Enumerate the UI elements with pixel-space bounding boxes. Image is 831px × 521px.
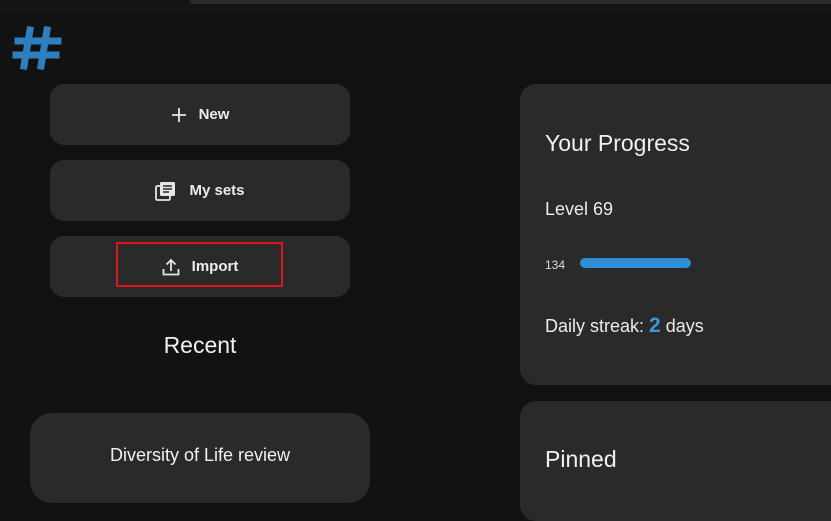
xp-value: 134 (545, 258, 566, 272)
recent-heading: Recent (163, 332, 237, 358)
plus-icon (171, 107, 187, 123)
level-label: Level 69 (545, 199, 614, 219)
streak-suffix: days (660, 316, 704, 336)
xp-progress-bar (580, 258, 691, 268)
xp-progress-fill (580, 258, 691, 268)
streak-days-count: 2 (649, 314, 661, 337)
streak-prefix: Daily streak: (545, 316, 650, 336)
stack-of-cards-icon (155, 181, 177, 201)
import-button-label: Import (191, 258, 239, 275)
browser-top-strip (0, 0, 831, 10)
hashtag-logo[interactable] (12, 24, 64, 72)
new-button-label: New (198, 106, 230, 123)
pinned-card: Pinned (520, 401, 831, 521)
recent-set-card[interactable]: Diversity of Life review (30, 413, 370, 503)
pinned-heading: Pinned (545, 446, 617, 472)
daily-streak: Daily streak: 2 days (545, 314, 704, 338)
my-sets-button-label: My sets (189, 182, 245, 199)
address-bar-edge (190, 0, 831, 4)
progress-card: Your Progress Level 69 134 Daily streak:… (520, 84, 831, 385)
my-sets-button[interactable]: My sets (50, 160, 350, 221)
new-button[interactable]: New (50, 84, 350, 145)
progress-heading: Your Progress (545, 130, 690, 156)
upload-icon (162, 258, 180, 276)
import-button[interactable]: Import (50, 236, 350, 297)
recent-set-title: Diversity of Life review (109, 445, 291, 465)
